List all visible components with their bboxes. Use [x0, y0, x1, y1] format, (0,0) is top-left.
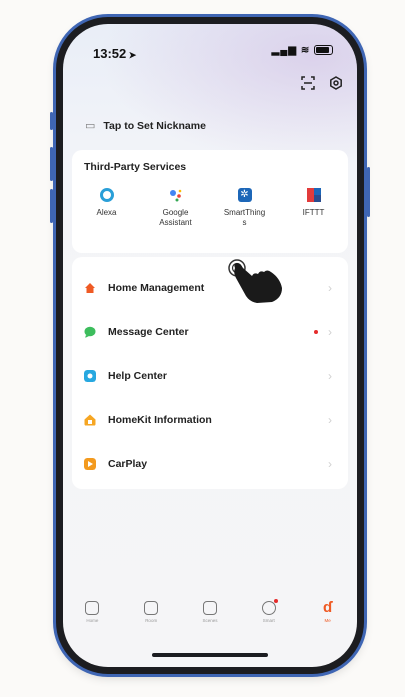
status-icons: ▂▄▆ ≋ — [272, 45, 333, 56]
app-screen: 13:52 ➤ ▂▄▆ ≋ ▭ Tap to Set Nickname Thir… — [63, 24, 357, 667]
tab-me[interactable]: ɗ Me — [298, 595, 357, 635]
menu-item-label: CarPlay — [108, 458, 148, 470]
service-label: IFTTT — [302, 208, 325, 217]
tab-label: Room — [145, 618, 158, 623]
menu-item-carplay[interactable]: CarPlay › — [84, 454, 336, 474]
tab-label: Smart — [262, 618, 275, 623]
service-ifttt[interactable]: IFTTT — [279, 188, 348, 228]
tab-scenes[interactable]: Scenes — [181, 595, 240, 635]
menu-item-homekit-information[interactable]: HomeKit Information › — [84, 410, 336, 430]
alexa-icon — [99, 188, 114, 202]
service-label: SmartThing s — [223, 208, 266, 227]
unread-dot — [314, 330, 318, 334]
chevron-right-icon: › — [328, 325, 332, 339]
menu-item-label: Home Management — [108, 282, 205, 294]
scan-icon[interactable] — [301, 76, 315, 90]
menu-item-label: Message Center — [108, 326, 189, 338]
tab-bar: Home Room Scenes Smart ɗ Me — [63, 595, 357, 635]
home-icon — [85, 283, 95, 293]
scenes-tab-icon — [202, 601, 217, 615]
home-device-icon: ▭ — [85, 120, 96, 132]
power-button — [367, 167, 370, 217]
carplay-icon — [84, 458, 96, 470]
phone-frame: 13:52 ➤ ▂▄▆ ≋ ▭ Tap to Set Nickname Thir… — [50, 17, 370, 674]
chevron-right-icon: › — [328, 413, 332, 427]
third-party-title: Third-Party Services — [84, 161, 187, 173]
tab-label: Me — [324, 618, 331, 623]
battery-icon — [314, 45, 333, 56]
third-party-services-card: Third-Party Services Alexa Google Assist… — [72, 150, 348, 253]
volume-down-button — [50, 189, 53, 223]
smartthings-icon: ✲ — [237, 188, 252, 202]
top-actions — [301, 76, 343, 90]
homekit-icon — [84, 414, 96, 426]
tab-smart[interactable]: Smart — [239, 595, 298, 635]
settings-icon[interactable] — [329, 76, 343, 90]
status-bar: 13:52 ➤ ▂▄▆ ≋ — [63, 24, 357, 68]
mute-switch — [50, 112, 53, 130]
service-label: Alexa — [96, 208, 117, 217]
message-icon — [84, 326, 96, 338]
tap-gesture-hand-icon — [228, 259, 282, 303]
volume-up-button — [50, 147, 53, 181]
wifi-icon: ≋ — [300, 45, 311, 56]
signal-icon: ▂▄▆ — [271, 45, 298, 56]
menu-item-label: HomeKit Information — [108, 414, 212, 426]
help-icon — [84, 370, 96, 382]
tab-label: Scenes — [202, 618, 218, 623]
location-arrow-icon: ➤ — [126, 50, 137, 60]
tab-label: Home — [86, 618, 99, 623]
services-row: Alexa Google Assistant ✲ SmartThing s IF… — [72, 188, 348, 228]
menu-item-label: Help Center — [108, 370, 167, 382]
room-tab-icon — [144, 601, 159, 615]
menu-item-help-center[interactable]: Help Center › — [84, 366, 336, 386]
me-tab-icon: ɗ — [322, 599, 333, 616]
tab-home[interactable]: Home — [63, 595, 122, 635]
nickname-row[interactable]: ▭ Tap to Set Nickname — [85, 119, 206, 133]
service-alexa[interactable]: Alexa — [72, 188, 141, 228]
ifttt-icon — [306, 188, 321, 202]
service-smartthings[interactable]: ✲ SmartThing s — [210, 188, 279, 228]
chevron-right-icon: › — [328, 369, 332, 383]
home-tab-icon — [85, 601, 100, 615]
chevron-right-icon: › — [328, 281, 332, 295]
home-indicator — [152, 653, 268, 657]
smart-tab-icon — [261, 599, 278, 615]
menu-item-home-management[interactable]: Home Management › — [84, 278, 336, 298]
service-label: Google Assistant — [159, 208, 192, 227]
status-time: 13:52 ➤ — [93, 46, 137, 61]
menu-card: Home Management › Message Center › Help … — [72, 257, 348, 489]
chevron-right-icon: › — [328, 457, 332, 471]
google-assistant-icon — [169, 188, 183, 202]
service-google-assistant[interactable]: Google Assistant — [141, 188, 210, 228]
tab-badge-dot — [273, 599, 278, 603]
menu-item-message-center[interactable]: Message Center › — [84, 322, 336, 342]
tab-room[interactable]: Room — [122, 595, 181, 635]
nickname-label: Tap to Set Nickname — [103, 119, 206, 132]
